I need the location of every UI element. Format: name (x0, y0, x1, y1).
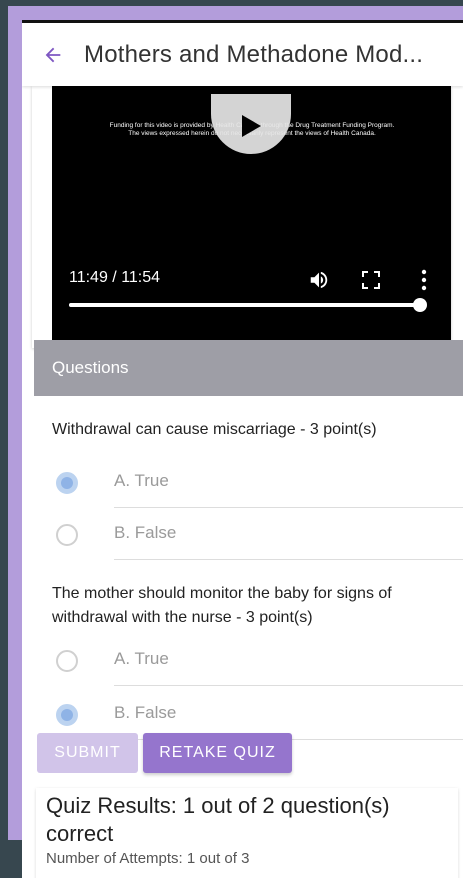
radio-button[interactable] (56, 472, 78, 494)
app-screen: Mothers and Methadone Mod... Funding for… (22, 20, 463, 878)
video-time: 11:49 / 11:54 (69, 269, 161, 286)
retake-quiz-button[interactable]: RETAKE QUIZ (143, 733, 292, 773)
page-title: Mothers and Methadone Mod... (84, 40, 424, 68)
quiz-results-card: Quiz Results: 1 out of 2 question(s) cor… (36, 788, 458, 878)
quiz-results-title: Quiz Results: 1 out of 2 question(s) cor… (46, 793, 390, 846)
divider (114, 685, 463, 686)
questions-card: Questions Withdrawal can cause miscarria… (34, 340, 463, 760)
radio-button[interactable] (56, 650, 78, 672)
option-label: A. True (114, 471, 169, 490)
attempts-count: Number of Attempts: 1 out of 3 (46, 850, 250, 867)
question-1-option-a[interactable]: A. True (34, 456, 463, 508)
video-progress-handle[interactable] (413, 298, 428, 312)
video-card: Funding for this video is provided by He… (32, 86, 451, 348)
divider (114, 559, 463, 560)
arrow-left-icon (45, 47, 61, 62)
option-label: A. True (114, 649, 169, 668)
top-app-bar: Mothers and Methadone Mod... (22, 20, 463, 86)
video-progress-bar[interactable] (69, 298, 428, 312)
option-label: B. False (114, 523, 177, 542)
radio-button[interactable] (56, 704, 78, 726)
volume-icon[interactable] (308, 269, 330, 291)
fullscreen-icon[interactable] (362, 271, 380, 289)
option-label: B. False (114, 703, 177, 722)
video-player[interactable]: Funding for this video is provided by He… (52, 86, 451, 348)
question-text: Withdrawal can cause miscarriage - 3 poi… (52, 421, 377, 438)
back-button[interactable] (22, 25, 84, 85)
radio-button[interactable] (56, 524, 78, 546)
play-icon (242, 115, 261, 137)
submit-button[interactable]: SUBMIT (37, 733, 138, 773)
more-vert-icon[interactable] (414, 269, 434, 291)
question-text: The mother should monitor the baby for s… (52, 585, 392, 626)
question-1-option-b[interactable]: B. False (34, 508, 463, 560)
question-2-option-a[interactable]: A. True (34, 634, 463, 686)
video-progress-fill (69, 303, 421, 307)
play-button[interactable] (211, 94, 291, 154)
questions-header: Questions (34, 340, 463, 396)
